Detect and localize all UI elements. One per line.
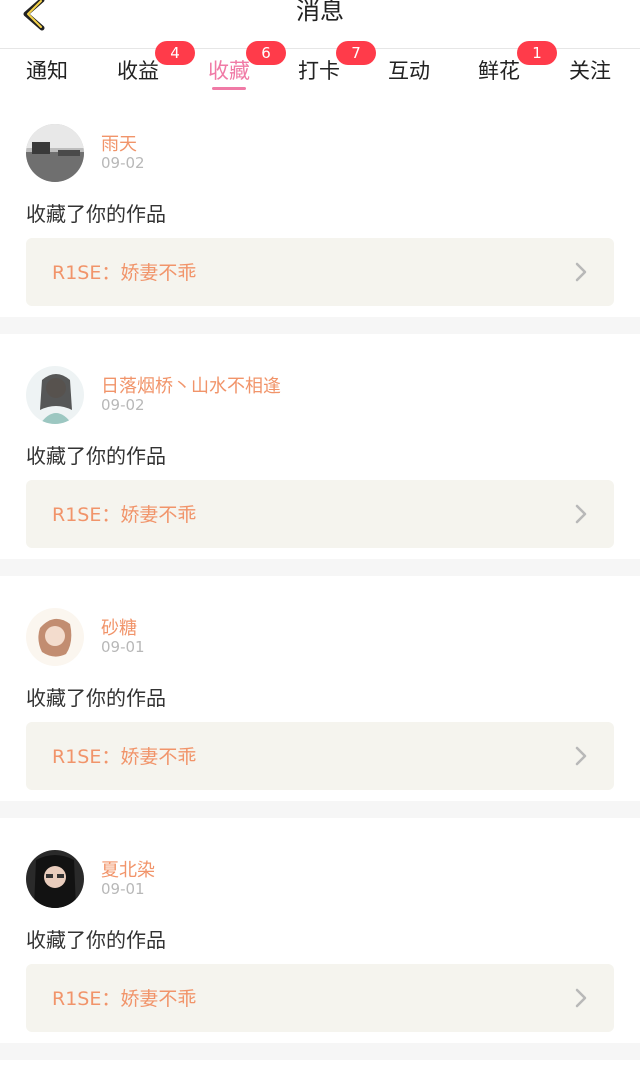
date: 09-01 — [101, 638, 145, 656]
username[interactable]: 雨天 — [101, 130, 137, 156]
divider — [0, 1043, 640, 1060]
work-link[interactable]: R1SE：娇妻不乖 — [26, 238, 614, 306]
action-text: 收藏了你的作品 — [26, 686, 166, 710]
chevron-right-icon — [575, 988, 587, 1008]
action-text: 收藏了你的作品 — [26, 928, 166, 952]
username[interactable]: 砂糖 — [101, 614, 137, 640]
divider — [0, 801, 640, 818]
tab-bar: 通知 收益 4 收藏 6 打卡 7 互动 鲜花 1 关注 — [0, 41, 640, 93]
work-link[interactable]: R1SE：娇妻不乖 — [26, 480, 614, 548]
list-item: 夏北染 09-01 收藏了你的作品 R1SE：娇妻不乖 — [0, 818, 640, 1043]
work-title: R1SE：娇妻不乖 — [52, 504, 197, 526]
list-item: 雨天 09-02 收藏了你的作品 R1SE：娇妻不乖 — [0, 92, 640, 317]
divider — [0, 317, 640, 334]
tab-checkin-badge: 7 — [336, 41, 376, 65]
work-title: R1SE：娇妻不乖 — [52, 262, 197, 284]
tab-flowers[interactable]: 鲜花 — [478, 55, 520, 87]
date: 09-01 — [101, 880, 145, 898]
date: 09-02 — [101, 396, 145, 414]
work-link[interactable]: R1SE：娇妻不乖 — [26, 964, 614, 1032]
avatar[interactable] — [26, 608, 84, 666]
work-title: R1SE：娇妻不乖 — [52, 746, 197, 768]
action-text: 收藏了你的作品 — [26, 202, 166, 226]
avatar[interactable] — [26, 850, 84, 908]
tab-notice[interactable]: 通知 — [26, 55, 68, 87]
tab-earnings-badge: 4 — [155, 41, 195, 65]
work-title: R1SE：娇妻不乖 — [52, 988, 197, 1010]
avatar[interactable] — [26, 124, 84, 182]
action-text: 收藏了你的作品 — [26, 444, 166, 468]
list-item: 日落烟桥丶山水不相逢 09-02 收藏了你的作品 R1SE：娇妻不乖 — [0, 334, 640, 559]
avatar[interactable] — [26, 366, 84, 424]
message-list: 雨天 09-02 收藏了你的作品 R1SE：娇妻不乖 日落烟桥丶山水不相逢 09… — [0, 92, 640, 1060]
work-link[interactable]: R1SE：娇妻不乖 — [26, 722, 614, 790]
tab-favorites-badge: 6 — [246, 41, 286, 65]
username[interactable]: 日落烟桥丶山水不相逢 — [101, 372, 281, 398]
username[interactable]: 夏北染 — [101, 856, 155, 882]
date: 09-02 — [101, 154, 145, 172]
tab-flowers-badge: 1 — [517, 41, 557, 65]
page-title: 消息 — [296, 0, 344, 25]
tab-follow[interactable]: 关注 — [569, 55, 611, 87]
chevron-right-icon — [575, 262, 587, 282]
tab-checkin[interactable]: 打卡 — [298, 55, 340, 87]
active-tab-indicator — [212, 87, 246, 90]
chevron-right-icon — [575, 504, 587, 524]
chevron-right-icon — [575, 746, 587, 766]
list-item: 砂糖 09-01 收藏了你的作品 R1SE：娇妻不乖 — [0, 576, 640, 801]
tab-interaction[interactable]: 互动 — [388, 55, 430, 87]
divider — [0, 559, 640, 576]
tab-favorites[interactable]: 收藏 — [208, 55, 250, 87]
tab-earnings[interactable]: 收益 — [117, 55, 159, 87]
